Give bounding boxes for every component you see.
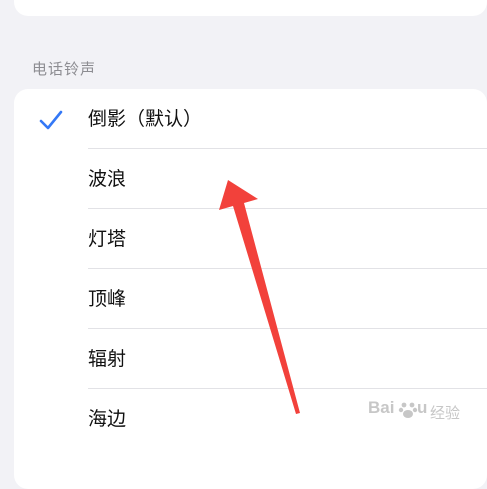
ringtone-label: 海边 — [88, 408, 127, 430]
ringtone-label: 灯塔 — [88, 228, 127, 250]
paw-icon — [398, 402, 418, 418]
ringtone-row-summit[interactable]: 顶峰 — [14, 269, 487, 329]
ringtone-row-lighthouse[interactable]: 灯塔 — [14, 209, 487, 269]
ringtone-row-waves[interactable]: 波浪 — [14, 149, 487, 209]
ringtone-row-reflection[interactable]: 倒影（默认） — [14, 89, 487, 149]
ringtone-list: 倒影（默认） 波浪 灯塔 顶峰 辐射 海边 — [14, 89, 487, 489]
section-header-ringtone: 电话铃声 — [32, 60, 97, 78]
watermark-brand-a: Bai — [368, 398, 395, 417]
ringtone-label: 辐射 — [88, 348, 127, 370]
checkmark-icon — [39, 110, 63, 130]
watermark-sub: 经验 — [430, 405, 461, 422]
ringtone-row-radiate[interactable]: 辐射 — [14, 329, 487, 389]
baidu-watermark: Bai u 经验 — [368, 398, 480, 428]
watermark-brand-b: u — [417, 398, 428, 417]
ringtone-label: 波浪 — [88, 168, 127, 190]
ringtone-label: 倒影（默认） — [88, 108, 203, 130]
previous-settings-card — [14, 0, 487, 16]
ringtone-label: 顶峰 — [88, 288, 127, 310]
